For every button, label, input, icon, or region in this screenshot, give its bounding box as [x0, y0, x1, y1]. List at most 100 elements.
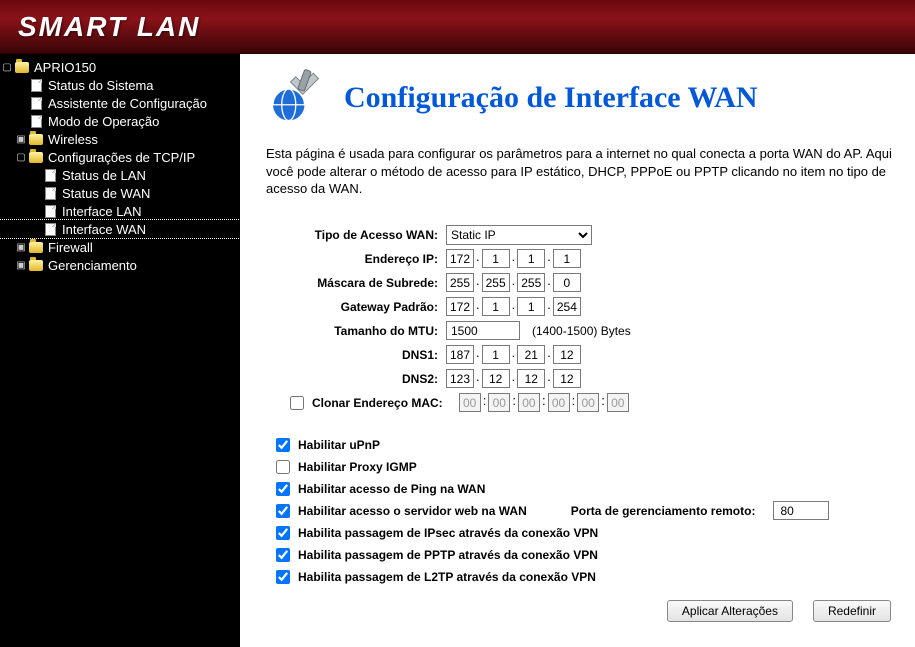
dns2-label: DNS2:	[266, 372, 446, 386]
folder-icon	[28, 131, 44, 147]
upnp-checkbox[interactable]	[276, 438, 290, 452]
app-header: SMART LAN	[0, 0, 915, 54]
ip-octet-3[interactable]	[517, 249, 545, 268]
web-checkbox[interactable]	[276, 504, 290, 518]
nav-tcpip[interactable]: ▢ Configurações de TCP/IP	[0, 148, 240, 166]
nav-interface-lan[interactable]: Interface LAN	[0, 202, 240, 220]
dns1-octet-2[interactable]	[482, 345, 510, 364]
clone-mac-label: Clonar Endereço MAC:	[312, 396, 443, 410]
tree-root[interactable]: ▢ APRIO150	[0, 58, 240, 76]
nav-label: Status de WAN	[62, 186, 150, 201]
gw-octet-2[interactable]	[482, 297, 510, 316]
nav-label: Interface LAN	[62, 204, 142, 219]
gw-octet-4[interactable]	[553, 297, 581, 316]
file-icon	[28, 77, 44, 93]
wan-type-label: Tipo de Acesso WAN:	[266, 228, 446, 242]
mac-octet-4	[548, 393, 570, 412]
mask-octet-4[interactable]	[553, 273, 581, 292]
collapse-icon[interactable]: ▢	[0, 62, 14, 73]
dns1-octet-1[interactable]	[446, 345, 474, 364]
nav-management[interactable]: ▣ Gerenciamento	[0, 256, 240, 274]
page-title: Configuração de Interface WAN	[344, 81, 758, 115]
mtu-label: Tamanho do MTU:	[266, 324, 446, 338]
nav-label: Gerenciamento	[48, 258, 137, 273]
ip-octet-2[interactable]	[482, 249, 510, 268]
ip-octet-1[interactable]	[446, 249, 474, 268]
folder-icon	[28, 239, 44, 255]
nav-label: Status do Sistema	[48, 78, 154, 93]
collapse-icon[interactable]: ▢	[14, 152, 28, 163]
apply-button[interactable]: Aplicar Alterações	[667, 600, 793, 622]
file-icon	[42, 203, 58, 219]
ipsec-label: Habilita passagem de IPsec através da co…	[298, 526, 598, 540]
gw-label: Gateway Padrão:	[266, 300, 446, 314]
mask-octet-2[interactable]	[482, 273, 510, 292]
reset-button[interactable]: Redefinir	[813, 600, 891, 622]
ip-octet-4[interactable]	[553, 249, 581, 268]
file-icon	[28, 113, 44, 129]
remote-port-label: Porta de gerenciamento remoto:	[571, 504, 756, 518]
folder-icon	[28, 257, 44, 273]
mac-octet-2	[488, 393, 510, 412]
mask-octet-3[interactable]	[517, 273, 545, 292]
mac-octet-6	[607, 393, 629, 412]
file-icon	[28, 95, 44, 111]
nav-label: Firewall	[48, 240, 93, 255]
pptp-checkbox[interactable]	[276, 548, 290, 562]
wan-type-select[interactable]: Static IP	[446, 225, 592, 245]
nav-label: Assistente de Configuração	[48, 96, 207, 111]
expand-icon[interactable]: ▣	[14, 260, 28, 271]
l2tp-label: Habilita passagem de L2TP através da con…	[298, 570, 596, 584]
nav-wan-status[interactable]: Status de WAN	[0, 184, 240, 202]
dns2-octet-4[interactable]	[553, 369, 581, 388]
dns1-octet-4[interactable]	[553, 345, 581, 364]
tree-root-label: APRIO150	[34, 60, 96, 75]
ipsec-checkbox[interactable]	[276, 526, 290, 540]
nav-sidebar: ▢ APRIO150 Status do Sistema Assistente d…	[0, 54, 240, 647]
remote-port-input[interactable]	[773, 501, 829, 520]
clone-mac-checkbox[interactable]	[290, 396, 304, 410]
file-icon	[42, 167, 58, 183]
nav-label: Wireless	[48, 132, 98, 147]
main-content: Configuração de Interface WAN Esta págin…	[240, 54, 915, 647]
nav-setup-assistant[interactable]: Assistente de Configuração	[0, 94, 240, 112]
dns2-octet-2[interactable]	[482, 369, 510, 388]
l2tp-checkbox[interactable]	[276, 570, 290, 584]
nav-interface-wan[interactable]: Interface WAN	[0, 220, 240, 238]
nav-label: Configurações de TCP/IP	[48, 150, 195, 165]
file-icon	[42, 221, 58, 237]
nav-firewall[interactable]: ▣ Firewall	[0, 238, 240, 256]
file-icon	[42, 185, 58, 201]
nav-lan-status[interactable]: Status de LAN	[0, 166, 240, 184]
dns1-octet-3[interactable]	[517, 345, 545, 364]
settings-globe-icon	[266, 68, 322, 127]
mask-octet-1[interactable]	[446, 273, 474, 292]
nav-op-mode[interactable]: Modo de Operação	[0, 112, 240, 130]
igmp-checkbox[interactable]	[276, 460, 290, 474]
nav-system-status[interactable]: Status do Sistema	[0, 76, 240, 94]
mac-octet-1	[459, 393, 481, 412]
nav-label: Status de LAN	[62, 168, 146, 183]
mtu-hint: (1400-1500) Bytes	[532, 324, 631, 338]
igmp-label: Habilitar Proxy IGMP	[298, 460, 417, 474]
dns1-label: DNS1:	[266, 348, 446, 362]
dns2-octet-3[interactable]	[517, 369, 545, 388]
folder-open-icon	[14, 59, 30, 75]
mask-label: Máscara de Subrede:	[266, 276, 446, 290]
nav-wireless[interactable]: ▣ Wireless	[0, 130, 240, 148]
page-description: Esta página é usada para configurar os p…	[266, 145, 895, 198]
mac-octet-3	[518, 393, 540, 412]
web-label: Habilitar acesso o servidor web na WAN	[298, 504, 527, 518]
expand-icon[interactable]: ▣	[14, 134, 28, 145]
nav-label: Interface WAN	[62, 222, 146, 237]
ip-label: Endereço IP:	[266, 252, 446, 266]
upnp-label: Habilitar uPnP	[298, 438, 380, 452]
dns2-octet-1[interactable]	[446, 369, 474, 388]
gw-octet-1[interactable]	[446, 297, 474, 316]
mtu-input[interactable]	[446, 321, 520, 340]
ping-checkbox[interactable]	[276, 482, 290, 496]
ping-label: Habilitar acesso de Ping na WAN	[298, 482, 485, 496]
gw-octet-3[interactable]	[517, 297, 545, 316]
brand-logo: SMART LAN	[18, 11, 200, 43]
expand-icon[interactable]: ▣	[14, 242, 28, 253]
